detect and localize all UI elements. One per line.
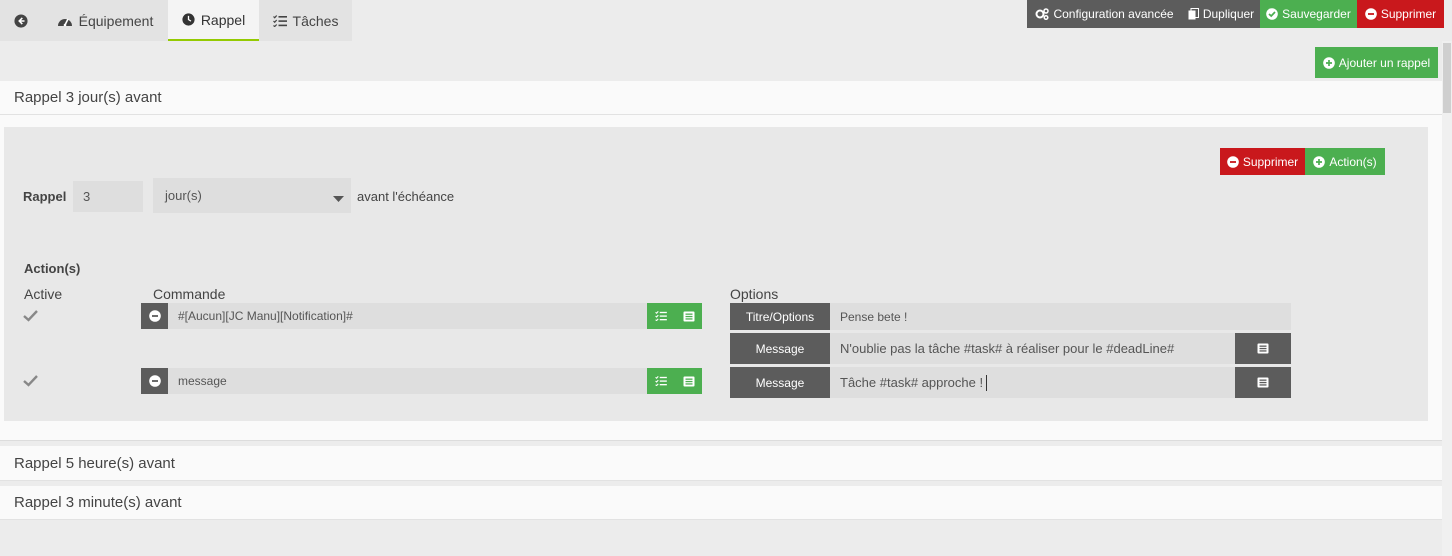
message-detail-button[interactable] xyxy=(1235,367,1291,398)
advanced-config-button[interactable]: Configuration avancée xyxy=(1027,0,1182,28)
active-checkbox[interactable] xyxy=(22,308,39,328)
remove-action-button[interactable] xyxy=(141,303,168,329)
option-label-title: Titre/Options xyxy=(730,303,830,330)
gears-icon xyxy=(1035,8,1050,20)
plus-circle-icon xyxy=(1322,56,1335,69)
tab-reminder-label: Rappel xyxy=(200,11,246,28)
reminder-value-input[interactable]: 3 xyxy=(73,181,143,212)
remove-action-button[interactable] xyxy=(141,368,168,394)
rappel-label: Rappel xyxy=(23,189,67,204)
command-detail-button[interactable] xyxy=(675,368,702,394)
reminder-delete-button[interactable]: Supprimer xyxy=(1220,148,1305,175)
delete-button[interactable]: Supprimer xyxy=(1357,0,1444,28)
duplicate-label: Dupliquer xyxy=(1202,7,1255,21)
tab-tasks-label: Tâches xyxy=(292,12,339,29)
reminder-header[interactable]: Rappel 3 jour(s) avant xyxy=(0,81,1442,115)
tab-reminder[interactable]: Rappel xyxy=(168,0,259,41)
reminder-suffix: avant l'échéance xyxy=(357,189,455,204)
option-title-input[interactable]: Pense bete ! xyxy=(830,303,1291,330)
command-detail-button[interactable] xyxy=(675,303,702,329)
tab-equipment[interactable]: Équipement xyxy=(42,0,168,41)
option-message-textarea[interactable]: Tâche #task# approche ! xyxy=(830,367,1235,398)
reminder-header[interactable]: Rappel 3 minute(s) avant xyxy=(0,486,1442,520)
check-circle-icon xyxy=(1266,8,1278,20)
col-command: Commande xyxy=(153,286,226,302)
back-button[interactable] xyxy=(0,0,42,41)
text-cursor xyxy=(986,374,988,391)
reminder-title: Rappel 3 minute(s) avant xyxy=(14,494,182,511)
option-label-message: Message xyxy=(730,333,830,364)
minus-circle-icon xyxy=(148,310,161,322)
arrow-left-circle-icon xyxy=(14,13,28,28)
add-action-label: Action(s) xyxy=(1329,154,1377,169)
actions-title: Action(s) xyxy=(24,261,81,276)
delete-label: Supprimer xyxy=(1380,7,1437,21)
select-command-button[interactable] xyxy=(647,303,675,329)
list-alt-icon xyxy=(683,311,695,322)
add-action-button[interactable]: Action(s) xyxy=(1305,148,1385,175)
select-command-button[interactable] xyxy=(647,368,675,394)
reminder-unit-select[interactable]: jour(s) xyxy=(153,178,351,213)
copy-icon xyxy=(1188,8,1199,20)
save-button[interactable]: Sauvegarder xyxy=(1260,0,1357,28)
active-checkbox[interactable] xyxy=(22,373,39,393)
clock-icon xyxy=(182,13,195,26)
scrollbar-track[interactable] xyxy=(1442,41,1452,556)
add-reminder-label: Ajouter un rappel xyxy=(1338,55,1431,70)
scrollbar-thumb[interactable] xyxy=(1443,43,1451,113)
minus-circle-icon xyxy=(1365,8,1377,20)
duplicate-button[interactable]: Dupliquer xyxy=(1182,0,1260,28)
command-input[interactable]: message xyxy=(168,368,647,394)
tasks-list-icon xyxy=(655,311,667,321)
option-message-value: Tâche #task# approche ! xyxy=(840,375,984,390)
command-input[interactable]: #[Aucun][JC Manu][Notification]# xyxy=(168,303,647,329)
caret-down-icon xyxy=(333,190,344,208)
reminder-title: Rappel 3 jour(s) avant xyxy=(14,89,162,106)
plus-circle-icon xyxy=(1313,155,1326,168)
advanced-config-label: Configuration avancée xyxy=(1053,7,1174,21)
col-options: Options xyxy=(730,286,779,302)
message-detail-button[interactable] xyxy=(1235,333,1291,364)
reminder-title: Rappel 5 heure(s) avant xyxy=(14,454,175,472)
reminder-header[interactable]: Rappel 5 heure(s) avant xyxy=(0,446,1442,481)
reminder-delete-label: Supprimer xyxy=(1242,154,1299,169)
minus-circle-icon xyxy=(1227,155,1239,168)
tasks-list-icon xyxy=(655,376,667,386)
save-label: Sauvegarder xyxy=(1282,7,1351,21)
tab-tasks[interactable]: Tâches xyxy=(259,0,352,41)
tachometer-icon xyxy=(57,14,73,28)
add-reminder-button[interactable]: Ajouter un rappel xyxy=(1315,47,1438,78)
option-label-message: Message xyxy=(730,367,830,398)
list-alt-icon xyxy=(683,376,695,387)
reminder-unit-value: jour(s) xyxy=(165,188,202,203)
col-active: Active xyxy=(24,286,63,302)
tasks-list-icon xyxy=(272,14,287,27)
list-alt-icon xyxy=(1257,377,1269,388)
minus-circle-icon xyxy=(148,375,161,387)
list-alt-icon xyxy=(1257,343,1269,354)
tab-equipment-label: Équipement xyxy=(78,12,154,29)
option-message-textarea[interactable]: N'oublie pas la tâche #task# à réaliser … xyxy=(830,333,1235,364)
